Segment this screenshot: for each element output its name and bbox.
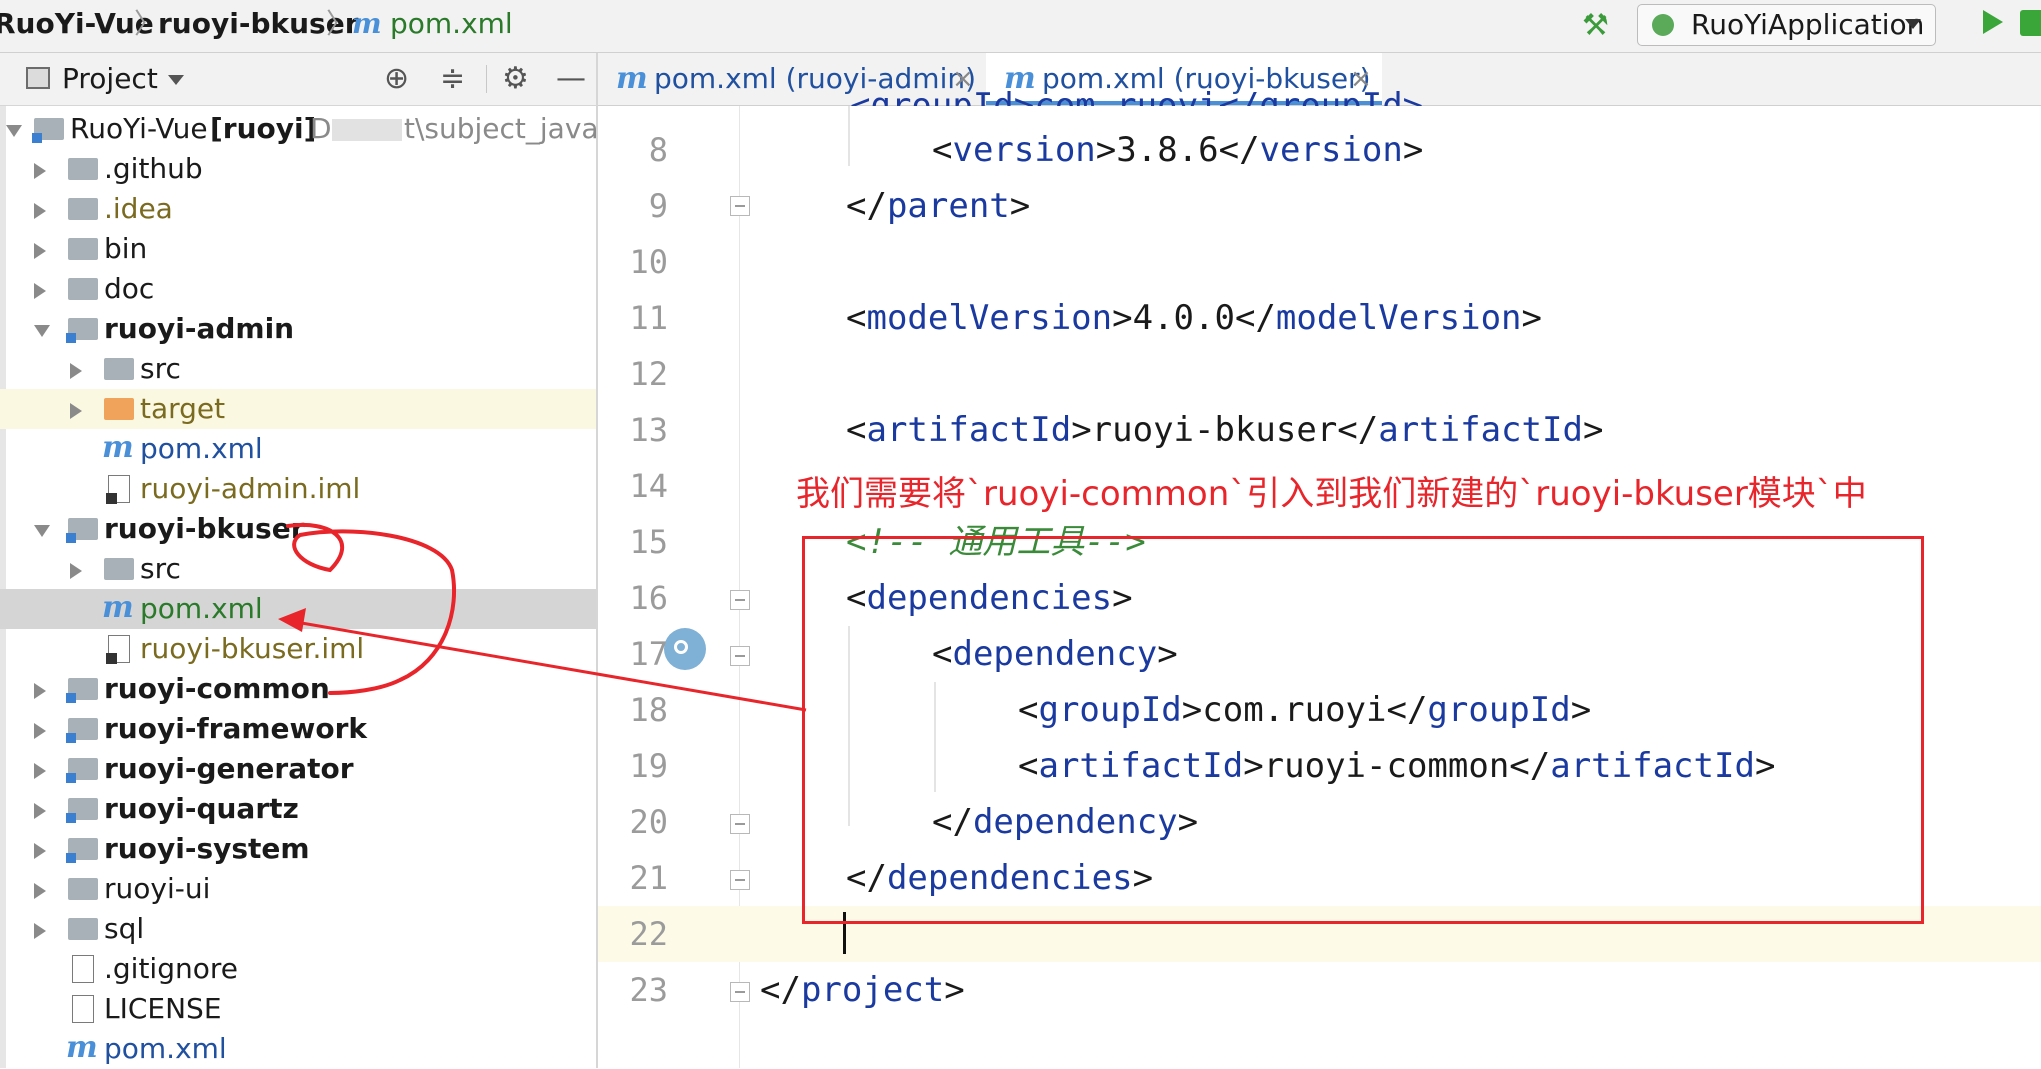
- annotation-curve: [286, 522, 457, 695]
- annotation-arrows: [278, 522, 807, 712]
- arrowhead-icon: [278, 608, 306, 632]
- annotation-arrow-line: [289, 619, 807, 712]
